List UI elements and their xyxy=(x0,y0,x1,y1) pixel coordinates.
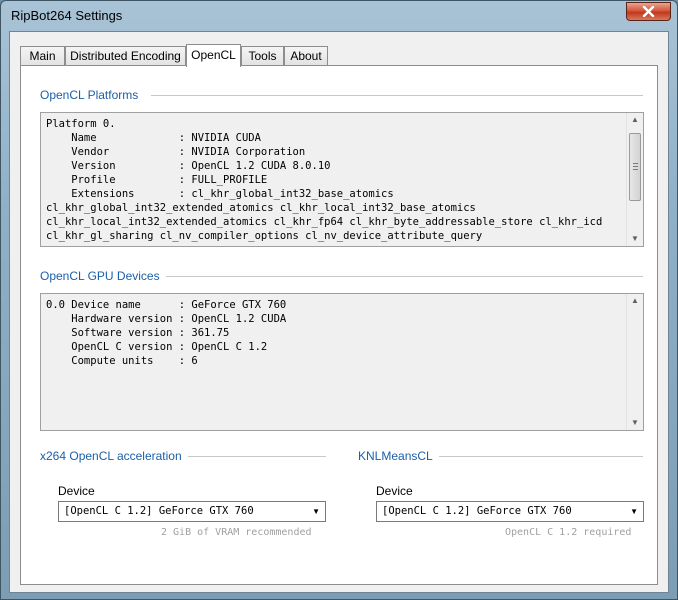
knlmeans-device-select[interactable]: [OpenCL C 1.2] GeForce GTX 760 ▼ xyxy=(376,501,644,522)
chevron-down-icon: ▼ xyxy=(312,507,320,516)
scroll-thumb[interactable] xyxy=(629,133,641,201)
tab-about[interactable]: About xyxy=(284,46,328,66)
opencl-tab-page: OpenCL Platforms Platform 0. Name : NVID… xyxy=(20,65,658,585)
scroll-up-icon[interactable]: ▲ xyxy=(631,296,639,305)
platforms-group-title: OpenCL Platforms xyxy=(40,88,145,102)
x264-group-title: x264 OpenCL acceleration xyxy=(40,449,188,463)
window-title: RipBot264 Settings xyxy=(11,8,123,23)
platforms-scrollbar[interactable]: ▲ ▼ xyxy=(626,113,643,246)
platforms-group-line xyxy=(151,95,643,96)
gpu-devices-text: 0.0 Device name : GeForce GTX 760 Hardwa… xyxy=(46,299,287,367)
x264-device-value: [OpenCL C 1.2] GeForce GTX 760 xyxy=(64,505,254,517)
x264-device-select[interactable]: [OpenCL C 1.2] GeForce GTX 760 ▼ xyxy=(58,501,326,522)
scroll-up-icon[interactable]: ▲ xyxy=(631,115,639,124)
knlmeans-group-title: KNLMeansCL xyxy=(358,449,439,463)
close-icon xyxy=(642,6,655,17)
knlmeans-device-value: [OpenCL C 1.2] GeForce GTX 760 xyxy=(382,505,572,517)
platforms-text: Platform 0. Name : NVIDIA CUDA Vendor : … xyxy=(46,118,603,242)
gpu-group-title: OpenCL GPU Devices xyxy=(40,269,166,283)
title-bar[interactable]: RipBot264 Settings xyxy=(1,1,677,31)
x264-device-label: Device xyxy=(58,484,95,498)
x264-hint: 2 GiB of VRAM recommended xyxy=(161,527,312,538)
chevron-down-icon: ▼ xyxy=(630,507,638,516)
tab-distributed-encoding[interactable]: Distributed Encoding xyxy=(65,46,186,66)
tab-tools[interactable]: Tools xyxy=(241,46,284,66)
tab-main[interactable]: Main xyxy=(20,46,65,66)
gpu-devices-scrollbar[interactable]: ▲ ▼ xyxy=(626,294,643,430)
settings-window: RipBot264 Settings Main Distributed Enco… xyxy=(0,0,678,600)
gpu-group-line xyxy=(166,276,643,277)
platforms-textbox[interactable]: Platform 0. Name : NVIDIA CUDA Vendor : … xyxy=(40,112,644,247)
scroll-down-icon[interactable]: ▼ xyxy=(631,418,639,427)
knlmeans-hint: OpenCL C 1.2 required xyxy=(505,527,632,538)
knlmeans-group-line xyxy=(433,456,643,457)
x264-group-line xyxy=(179,456,326,457)
scroll-down-icon[interactable]: ▼ xyxy=(631,234,639,243)
dialog-client-area: Main Distributed Encoding OpenCL Tools A… xyxy=(9,31,669,593)
gpu-devices-textbox[interactable]: 0.0 Device name : GeForce GTX 760 Hardwa… xyxy=(40,293,644,431)
close-button[interactable] xyxy=(626,2,671,21)
tab-opencl[interactable]: OpenCL xyxy=(186,44,241,67)
knlmeans-device-label: Device xyxy=(376,484,413,498)
